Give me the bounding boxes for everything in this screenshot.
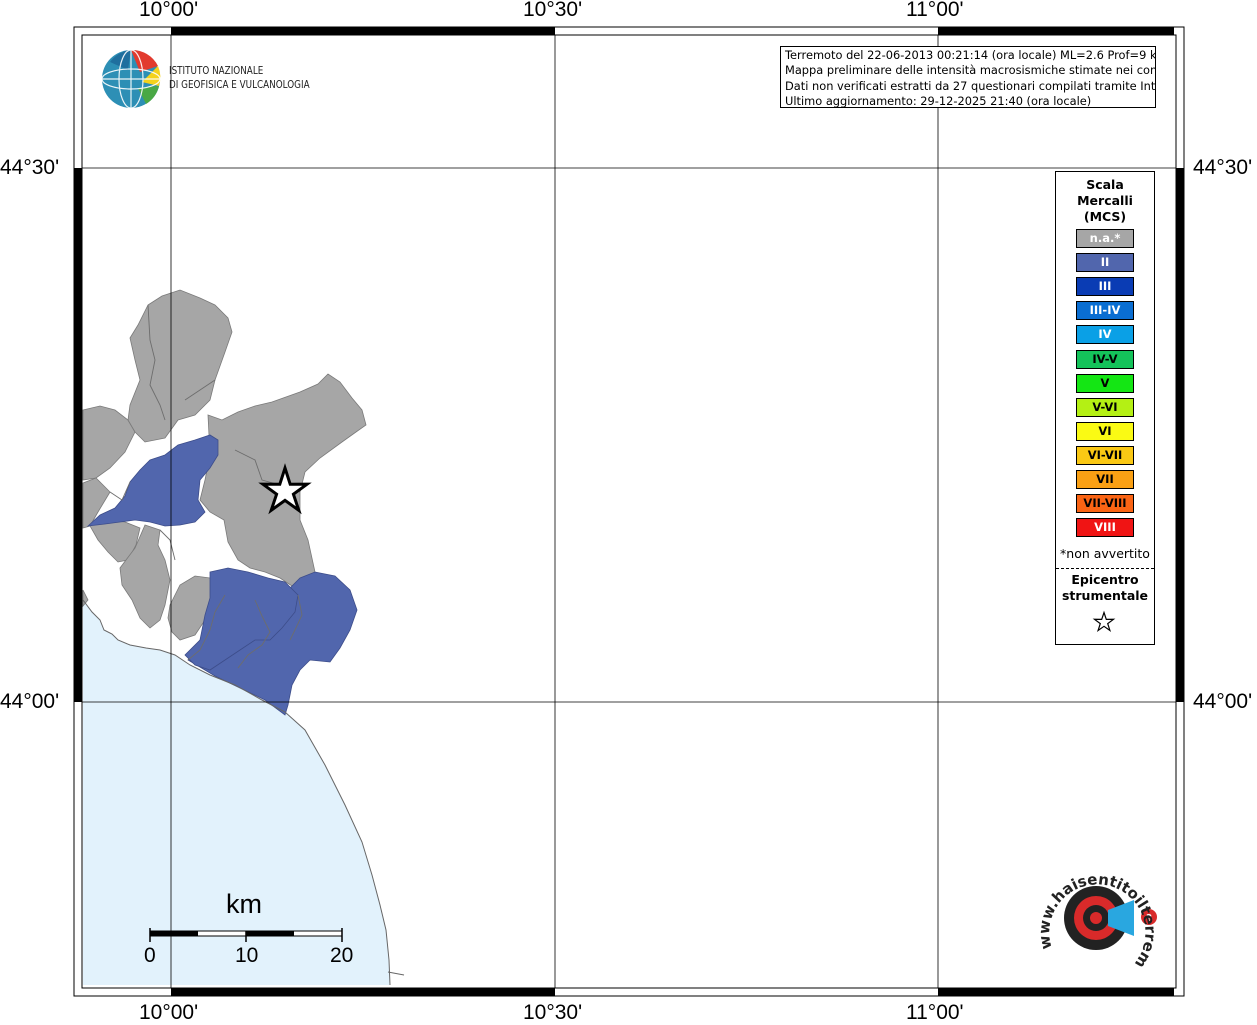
legend-swatch-vi: VI xyxy=(1076,421,1134,441)
legend-title-line1: Scala xyxy=(1086,177,1124,192)
legend-epicenter-line2: strumentale xyxy=(1061,588,1149,603)
legend-title-line3: (MCS) xyxy=(1083,209,1127,224)
info-line-data: Dati non verificati estratti da 27 quest… xyxy=(785,78,1156,93)
scale-tick-0: 0 xyxy=(144,944,156,967)
info-line-update: Ultimo aggiornamento: 29-12-2025 21:40 (… xyxy=(785,93,1092,108)
lat-label-left-1: 44°30' xyxy=(0,156,60,179)
legend-swatch-viii: VIII xyxy=(1076,518,1134,538)
lon-label-bottom-2: 10°30' xyxy=(523,1001,583,1024)
lon-label-top-1: 10°00' xyxy=(139,0,199,21)
legend-swatch-v-vi: V-VI xyxy=(1076,397,1134,417)
legend-swatch-v: V xyxy=(1076,373,1134,393)
lat-label-left-2: 44°00' xyxy=(0,690,60,713)
legend-epicenter-label: Epicentro strumentale xyxy=(1056,572,1154,604)
legend-swatch-vi-vii: VI-VII xyxy=(1076,445,1134,465)
lat-label-right-2: 44°00' xyxy=(1193,690,1253,713)
lon-label-bottom-3: 11°00' xyxy=(906,1001,964,1024)
lat-label-right-1: 44°30' xyxy=(1193,156,1253,179)
ingv-line2: DI GEOFISICA E VULCANOLOGIA xyxy=(169,77,310,91)
legend-note: *non avvertito xyxy=(1060,546,1150,561)
legend-swatch-vii: VII xyxy=(1076,470,1134,489)
legend-swatch-ii: II xyxy=(1076,253,1134,273)
lon-label-bottom-1: 10°00' xyxy=(139,1001,199,1024)
legend-swatch-vii-viii: VII-VIII xyxy=(1076,494,1134,514)
legend-title-line2: Mercalli xyxy=(1077,193,1133,208)
legend-swatch-iv-v: IV-V xyxy=(1076,349,1134,369)
lon-label-top-3: 11°00' xyxy=(906,0,964,21)
scale-tick-20: 20 xyxy=(330,944,354,967)
lon-label-top-2: 10°30' xyxy=(523,0,583,21)
ingv-line1: ISTITUTO NAZIONALE xyxy=(169,64,264,77)
legend-title: Scala Mercalli (MCS) xyxy=(1056,177,1154,225)
globe-icon xyxy=(101,49,161,109)
ingv-logo-text: ISTITUTO NAZIONALE DI GEOFISICA E VULCAN… xyxy=(169,64,310,91)
scale-bar-title: km xyxy=(226,889,262,919)
hsit-logo: ? www.haisentitoilterremoto.it xyxy=(1025,846,1170,980)
legend-swatch-iii-iv: III-IV xyxy=(1076,301,1134,321)
legend-divider xyxy=(1056,568,1154,569)
star-icon xyxy=(1092,610,1116,633)
event-info-box: Terremoto del 22-06-2013 00:21:14 (ora l… xyxy=(780,46,1156,108)
info-line-map: Mappa preliminare delle intensità macros… xyxy=(785,63,1156,78)
legend-swatch-iii: III xyxy=(1076,277,1134,297)
scale-tick-10: 10 xyxy=(235,944,259,967)
info-line-event: Terremoto del 22-06-2013 00:21:14 (ora l… xyxy=(785,48,1156,62)
legend-swatch-iv: IV xyxy=(1076,325,1134,345)
legend-epicenter-line1: Epicentro xyxy=(1071,572,1139,587)
mcs-legend: Scala Mercalli (MCS) n.a.* II III III-IV IV I… xyxy=(1055,171,1155,645)
legend-swatch-n-a: n.a.* xyxy=(1076,229,1134,248)
